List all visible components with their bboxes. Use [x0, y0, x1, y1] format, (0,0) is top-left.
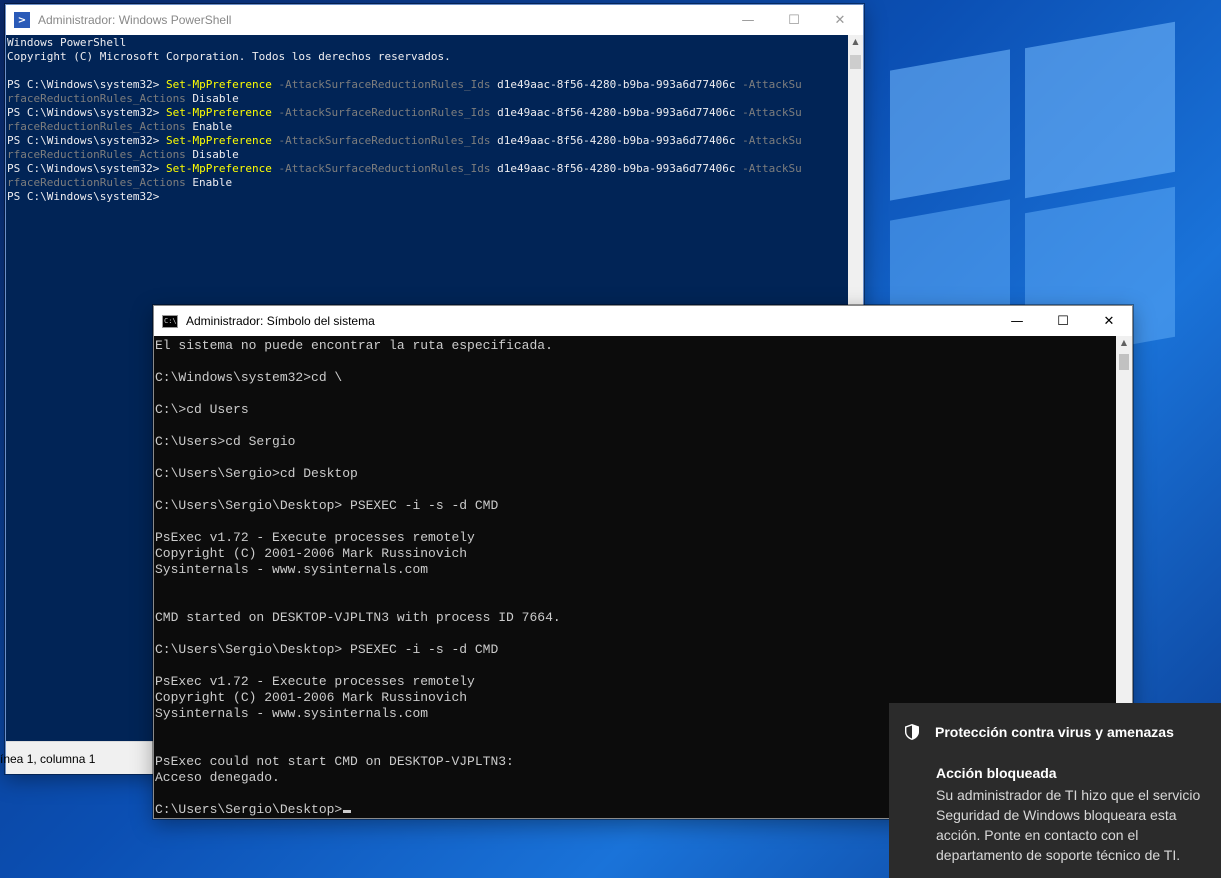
console-line: CMD started on DESKTOP-VJPLTN3 with proc…	[155, 610, 561, 625]
cmdlet-token: Set-MpPreference	[165, 134, 272, 147]
console-line: Copyright (C) 2001-2006 Mark Russinovich	[155, 546, 468, 561]
parameter-token: -AttackSurfaceReductionRules_Ids	[271, 78, 491, 91]
text-token: PS C:\Windows\system32>	[7, 106, 166, 119]
scrollbar-thumb[interactable]	[1119, 354, 1129, 370]
text-token: Disable	[185, 92, 239, 105]
scrollbar-thumb[interactable]	[850, 55, 861, 69]
parameter-token: -AttackSu	[735, 134, 802, 147]
cmdlet-token: Set-MpPreference	[165, 162, 272, 175]
parameter-token: -AttackSurfaceReductionRules_Ids	[271, 134, 491, 147]
console-line: C:\>cd Users	[155, 402, 249, 417]
console-line: C:\Users\Sergio>cd Desktop	[155, 466, 358, 481]
minimize-button[interactable]: —	[994, 306, 1040, 336]
console-line: rfaceReductionRules_Actions Disable	[7, 92, 848, 106]
wallpaper-pane	[1025, 21, 1175, 199]
text-token: Enable	[185, 120, 233, 133]
maximize-button[interactable]: ☐	[771, 5, 817, 35]
console-line: PS C:\Windows\system32> Set-MpPreference…	[7, 162, 848, 176]
wallpaper-pane	[890, 49, 1010, 201]
text-token: PS C:\Windows\system32>	[7, 162, 166, 175]
text-token: Copyright (C) Microsoft Corporation. Tod…	[7, 50, 451, 63]
parameter-token: rfaceReductionRules_Actions	[7, 92, 186, 105]
parameter-token: -AttackSurfaceReductionRules_Ids	[271, 162, 491, 175]
text-token: d1e49aac-8f56-4280-b9ba-993a6d77406c	[490, 134, 736, 147]
window-controls: — ☐ ✕	[994, 306, 1132, 336]
scroll-up-arrow-icon[interactable]: ▲	[1116, 338, 1132, 347]
console-line: C:\Windows\system32>cd \	[155, 370, 343, 385]
text-token: PS C:\Windows\system32>	[7, 78, 166, 91]
notification-heading: Acción bloqueada	[936, 765, 1057, 781]
cmd-title: Administrador: Símbolo del sistema	[186, 314, 375, 328]
console-line: C:\Users\Sergio\Desktop> PSEXEC -i -s -d…	[155, 498, 499, 513]
cursor-position: ínea 1, columna 1	[0, 752, 96, 766]
close-button[interactable]: ✕	[817, 5, 863, 35]
notification-message: Su administrador de TI hizo que el servi…	[936, 787, 1201, 863]
console-line: Sysinternals - www.sysinternals.com	[155, 562, 429, 577]
parameter-token: rfaceReductionRules_Actions	[7, 120, 186, 133]
cmd-icon: C:\	[162, 314, 178, 328]
parameter-token: rfaceReductionRules_Actions	[7, 148, 186, 161]
console-line: PS C:\Windows\system32> Set-MpPreference…	[7, 106, 848, 120]
window-controls: — ☐ ✕	[725, 5, 863, 35]
console-line: rfaceReductionRules_Actions Enable	[7, 120, 848, 134]
notification-app-name: Protección contra virus y amenazas	[935, 724, 1174, 740]
console-line: rfaceReductionRules_Actions Enable	[7, 176, 848, 190]
console-line: PsExec v1.72 - Execute processes remotel…	[155, 674, 475, 689]
text-token: d1e49aac-8f56-4280-b9ba-993a6d77406c	[490, 162, 736, 175]
text-token: PS C:\Windows\system32>	[7, 190, 160, 203]
console-line: PS C:\Windows\system32> Set-MpPreference…	[7, 134, 848, 148]
cmd-titlebar[interactable]: C:\ Administrador: Símbolo del sistema —…	[154, 306, 1132, 336]
security-notification[interactable]: Protección contra virus y amenazas Acció…	[889, 703, 1221, 878]
powershell-output: Windows PowerShell Copyright (C) Microsof…	[7, 36, 848, 204]
parameter-token: -AttackSu	[735, 106, 802, 119]
close-button[interactable]: ✕	[1086, 306, 1132, 336]
powershell-icon: >	[14, 12, 30, 28]
cmdlet-token: Set-MpPreference	[165, 78, 272, 91]
console-line: PS C:\Windows\system32>	[7, 190, 848, 204]
notification-header: Protección contra virus y amenazas	[903, 723, 1174, 741]
console-line: PS C:\Windows\system32> Set-MpPreference…	[7, 78, 848, 92]
text-token: Disable	[185, 148, 239, 161]
console-line: Copyright (C) Microsoft Corporation. Tod…	[7, 50, 848, 64]
console-line: C:\Users>cd Sergio	[155, 434, 296, 449]
console-line: Windows PowerShell	[7, 36, 848, 50]
parameter-token: -AttackSurfaceReductionRules_Ids	[271, 106, 491, 119]
text-cursor	[343, 810, 352, 813]
maximize-button[interactable]: ☐	[1040, 306, 1086, 336]
minimize-button[interactable]: —	[725, 5, 771, 35]
text-token: d1e49aac-8f56-4280-b9ba-993a6d77406c	[490, 106, 736, 119]
console-line: PsExec v1.72 - Execute processes remotel…	[155, 530, 475, 545]
text-token: PS C:\Windows\system32>	[7, 134, 166, 147]
cmdlet-token: Set-MpPreference	[165, 106, 272, 119]
parameter-token: -AttackSu	[735, 162, 802, 175]
cmd-prompt: C:\Users\Sergio\Desktop>	[155, 802, 343, 817]
text-token: Enable	[185, 176, 233, 189]
powershell-title: Administrador: Windows PowerShell	[38, 13, 232, 27]
parameter-token: rfaceReductionRules_Actions	[7, 176, 186, 189]
text-token: Windows PowerShell	[7, 36, 127, 49]
console-line: El sistema no puede encontrar la ruta es…	[155, 338, 553, 353]
parameter-token: -AttackSu	[735, 78, 802, 91]
powershell-titlebar[interactable]: > Administrador: Windows PowerShell — ☐ …	[6, 5, 863, 35]
shield-icon	[905, 724, 919, 740]
scroll-up-arrow-icon[interactable]: ▲	[848, 37, 863, 46]
text-token: d1e49aac-8f56-4280-b9ba-993a6d77406c	[490, 78, 736, 91]
console-line: rfaceReductionRules_Actions Disable	[7, 148, 848, 162]
console-line: C:\Users\Sergio\Desktop> PSEXEC -i -s -d…	[155, 642, 499, 657]
